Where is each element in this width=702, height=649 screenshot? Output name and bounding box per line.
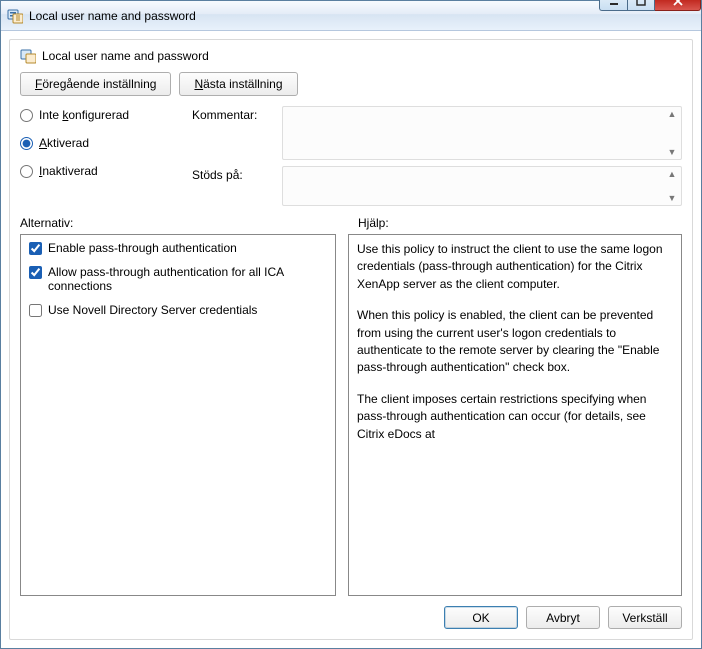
- options-list: Enable pass-through authentication Allow…: [20, 234, 336, 596]
- help-paragraph: The client imposes certain restrictions …: [357, 391, 673, 443]
- scroll-down-icon[interactable]: ▼: [665, 193, 679, 203]
- radio-disabled-input[interactable]: [20, 165, 33, 178]
- comment-label: Kommentar:: [192, 106, 274, 122]
- radio-disabled[interactable]: Inaktiverad: [20, 164, 180, 178]
- policy-icon: [20, 48, 36, 64]
- close-button[interactable]: [655, 0, 701, 11]
- help-text[interactable]: Use this policy to instruct the client t…: [348, 234, 682, 596]
- supported-textarea[interactable]: ▲ ▼: [282, 166, 682, 206]
- window-title: Local user name and password: [29, 9, 599, 23]
- supported-label: Stöds på:: [192, 166, 274, 182]
- previous-setting-button[interactable]: Föregående inställning: [20, 72, 171, 96]
- help-paragraph: Use this policy to instruct the client t…: [357, 241, 673, 293]
- close-icon: [672, 0, 684, 6]
- option-checkbox-0[interactable]: [29, 242, 42, 255]
- main-panel: Local user name and password Föregående …: [9, 39, 693, 640]
- options-section-label: Alternativ:: [20, 216, 334, 230]
- maximize-button[interactable]: [627, 0, 655, 11]
- minimize-icon: [609, 0, 619, 6]
- comment-textarea[interactable]: ▲ ▼: [282, 106, 682, 160]
- page-title: Local user name and password: [42, 49, 209, 63]
- radio-not-configured[interactable]: Inte konfigurerad: [20, 108, 180, 122]
- ok-button[interactable]: OK: [444, 606, 518, 629]
- cancel-button[interactable]: Avbryt: [526, 606, 600, 629]
- window-controls: [599, 0, 701, 11]
- scroll-up-icon[interactable]: ▲: [665, 169, 679, 179]
- scroll-down-icon[interactable]: ▼: [665, 147, 679, 157]
- window-titlebar: Local user name and password: [1, 1, 701, 31]
- radio-enabled-input[interactable]: [20, 137, 33, 150]
- option-item: Allow pass-through authentication for al…: [29, 265, 327, 293]
- radio-enabled[interactable]: Aktiverad: [20, 136, 180, 150]
- app-icon: [7, 8, 23, 24]
- apply-button[interactable]: Verkställ: [608, 606, 682, 629]
- help-section-label: Hjälp:: [358, 216, 389, 230]
- option-checkbox-2[interactable]: [29, 304, 42, 317]
- radio-not-configured-input[interactable]: [20, 109, 33, 122]
- option-label: Use Novell Directory Server credentials: [48, 303, 327, 317]
- option-item: Enable pass-through authentication: [29, 241, 327, 255]
- help-paragraph: When this policy is enabled, the client …: [357, 307, 673, 377]
- maximize-icon: [636, 0, 646, 6]
- option-checkbox-1[interactable]: [29, 266, 42, 279]
- option-label: Allow pass-through authentication for al…: [48, 265, 327, 293]
- option-label: Enable pass-through authentication: [48, 241, 327, 255]
- scroll-up-icon[interactable]: ▲: [665, 109, 679, 119]
- minimize-button[interactable]: [599, 0, 627, 11]
- option-item: Use Novell Directory Server credentials: [29, 303, 327, 317]
- next-setting-button[interactable]: Nästa inställning: [179, 72, 297, 96]
